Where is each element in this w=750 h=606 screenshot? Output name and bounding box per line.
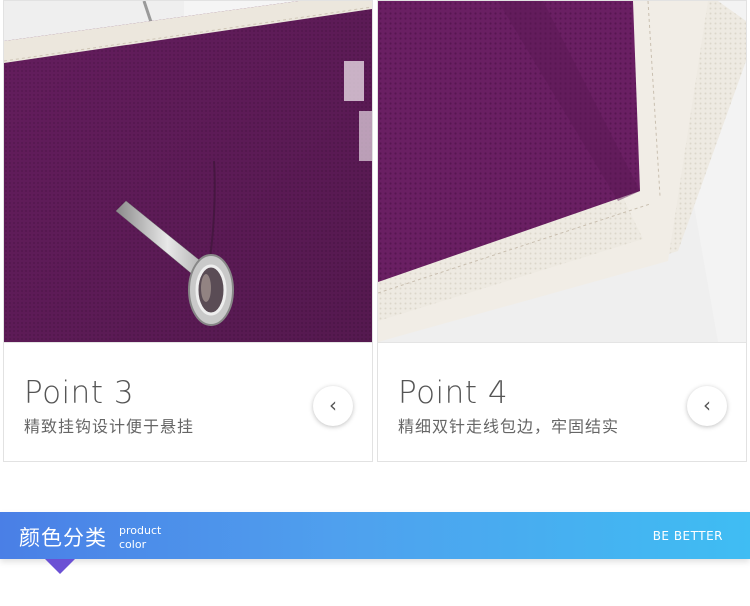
card-caption: Point 3 精致挂钩设计便于悬挂 ‹ [4, 342, 372, 461]
prev-arrow-button[interactable]: ‹ [687, 386, 727, 426]
banner-title: 颜色分类 [19, 526, 107, 550]
chevron-left-icon: ‹ [329, 392, 337, 417]
hook-detail-photo [4, 1, 372, 342]
color-category-banner: 颜色分类 product color BE BETTER [0, 512, 750, 559]
point-title: Point 4 [398, 375, 509, 411]
card-caption: Point 4 精细双针走线包边，牢固结实 ‹ [378, 342, 746, 461]
point-title: Point 3 [24, 375, 135, 411]
prev-arrow-button[interactable]: ‹ [313, 386, 353, 426]
banner-subtitle: product color [119, 524, 161, 552]
point-description: 精细双针走线包边，牢固结实 [398, 417, 620, 436]
banner-pointer-triangle [45, 559, 75, 574]
point-description: 精致挂钩设计便于悬挂 [24, 417, 195, 436]
chevron-left-icon: ‹ [703, 392, 711, 417]
feature-card-point-3: Point 3 精致挂钩设计便于悬挂 ‹ [3, 0, 373, 462]
stitched-edge-photo [378, 1, 746, 342]
banner-subtitle-line1: product [119, 524, 162, 537]
product-detail-page: Point 3 精致挂钩设计便于悬挂 ‹ Point 4 精细双针走线包边，牢固… [0, 0, 750, 606]
feature-card-point-4: Point 4 精细双针走线包边，牢固结实 ‹ [377, 0, 747, 462]
banner-subtitle-line2: color [119, 538, 147, 551]
banner-slogan: BE BETTER [652, 529, 723, 543]
